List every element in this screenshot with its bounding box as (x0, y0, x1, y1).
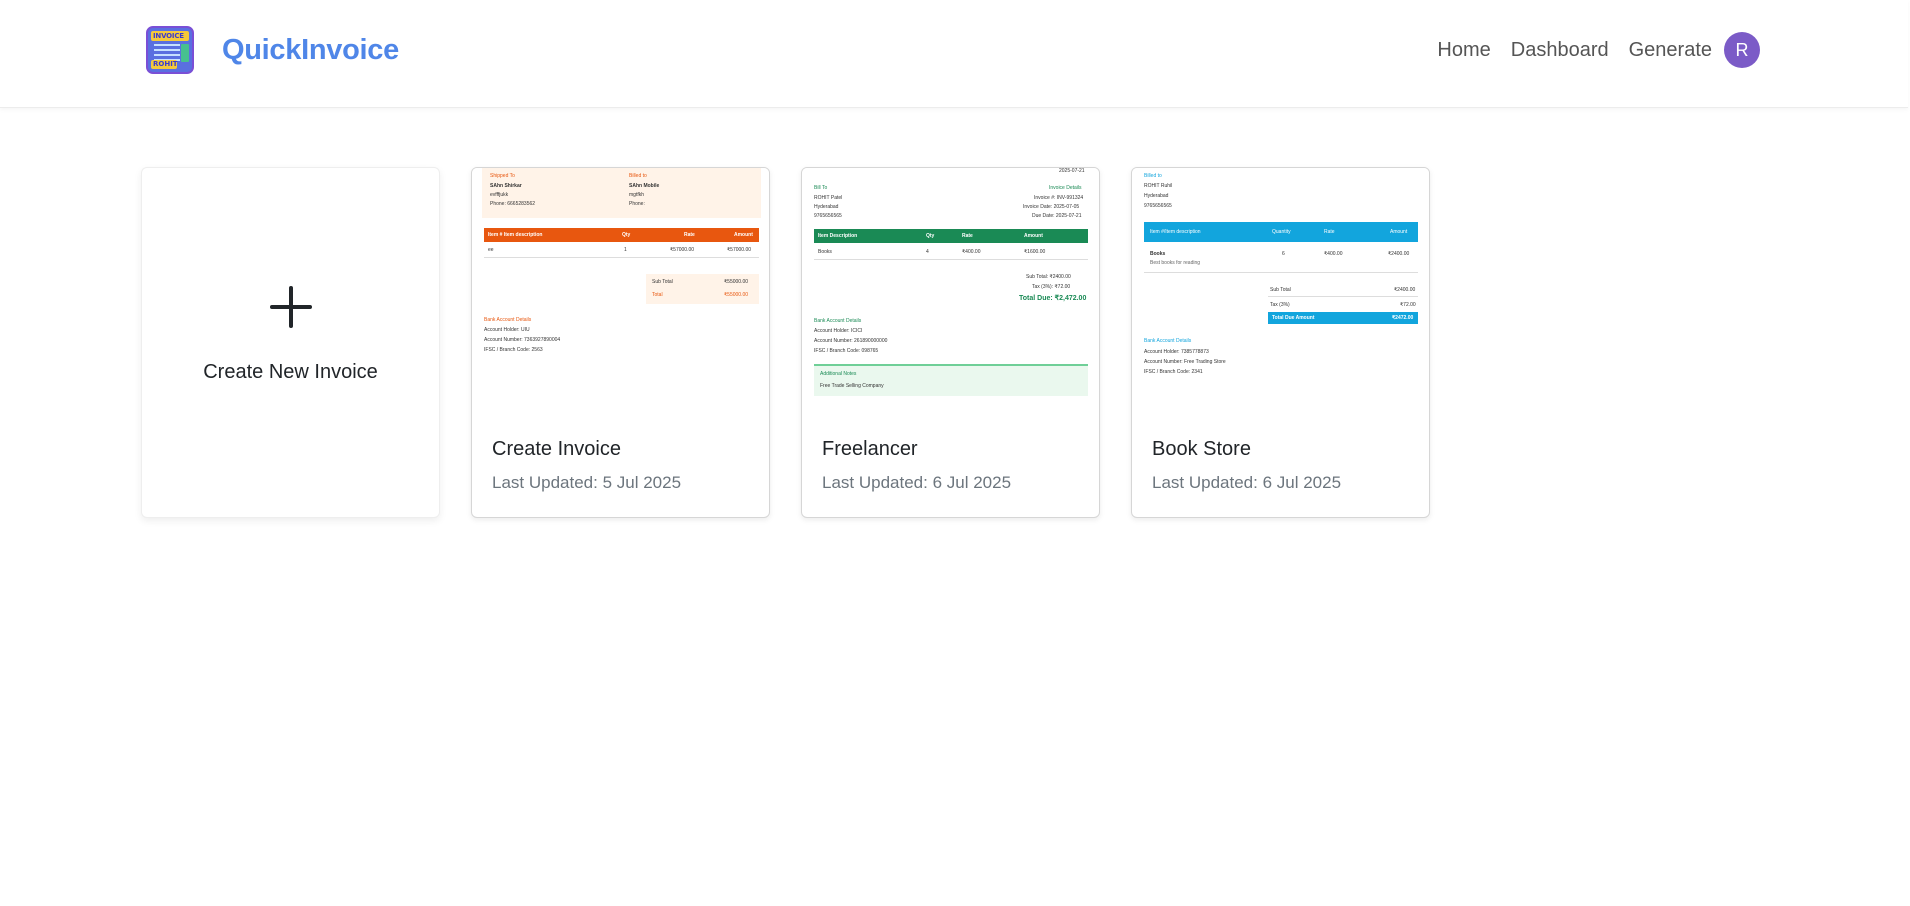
invoice-due-date: Due Date: 2025-07-21 (1032, 213, 1082, 219)
row-qty: 4 (926, 249, 929, 255)
tax-label: Tax (3%) (1270, 302, 1290, 308)
bank-ifsc: IFSC / Branch Code: 098765 (814, 348, 879, 354)
brand-link[interactable]: INVOICE ROHIT QuickInvoice (146, 26, 399, 74)
bank-ifsc: IFSC / Branch Code: 2341 (1144, 369, 1203, 375)
col-item: Item Description (818, 233, 858, 239)
billed-line: mgtfkh (629, 192, 645, 198)
col-rate: Rate (684, 232, 695, 238)
main-nav: Home Dashboard Generate R (1437, 30, 1908, 70)
bank-number: Account Number: 7363927890004 (484, 337, 561, 343)
invoice-card-create-invoice[interactable]: Shipped To SAhn Shirkar evfffjukk Phone:… (471, 167, 770, 518)
row-amount: ₹57000.00 (727, 247, 752, 253)
invoice-card-title: Freelancer (822, 438, 918, 460)
col-qty: Qty (622, 232, 631, 238)
bill-phone: 9765656565 (1144, 203, 1172, 209)
tax: Tax (3%): ₹72.00 (1032, 284, 1071, 290)
total-due: Total Due: ₹2,472.00 (1019, 295, 1087, 302)
row-item: ee (488, 247, 494, 253)
col-amount: Amount (1024, 233, 1043, 239)
bank-title: Bank Account Details (484, 317, 532, 323)
invoice-number: Invoice #: INV-991324 (1034, 195, 1084, 201)
row-rate: ₹400.00 (1324, 251, 1343, 257)
col-qty: Quantity (1272, 229, 1291, 235)
col-qty: Qty (926, 233, 935, 239)
bill-city: Hyderabad (814, 204, 839, 210)
bill-name: ROHIT Ruhil (1144, 183, 1173, 189)
invoice-date: Invoice Date: 2025-07-05 (1023, 204, 1080, 210)
row-item: Books (1150, 251, 1166, 257)
row-qty: 6 (1282, 251, 1285, 257)
brand-name: QuickInvoice (222, 33, 399, 66)
billed-name: SAhn Mobile (629, 183, 660, 189)
row-item: Books (818, 249, 832, 255)
bank-ifsc: IFSC / Branch Code: 2563 (484, 347, 543, 353)
tax-value: ₹72.00 (1400, 302, 1416, 308)
subtotal-value: ₹55000.00 (724, 279, 749, 285)
billed-to-label: Billed to (1144, 173, 1162, 179)
col-item: Item #/Item description (1150, 229, 1201, 235)
row-rate: ₹57000.00 (670, 247, 695, 253)
bill-phone: 9765656565 (814, 213, 842, 219)
notes-title: Additional Notes (820, 371, 857, 377)
nav-home[interactable]: Home (1437, 30, 1490, 70)
invoice-card-book-store[interactable]: Billed to ROHIT Ruhil Hyderabad 97656565… (1131, 167, 1430, 518)
create-new-invoice-card[interactable]: Create New Invoice (141, 167, 440, 518)
bank-holder: Account Holder: ICICI (814, 328, 863, 334)
shipped-phone: Phone: 6665283562 (490, 201, 536, 207)
subtotal-label: Sub Total (1270, 287, 1291, 293)
bill-to-label: Bill To (814, 185, 828, 191)
navbar: INVOICE ROHIT QuickInvoice Home Dashboar… (0, 0, 1908, 108)
col-amount: Amount (1390, 229, 1408, 235)
top-right-date: 2025-07-21 (1059, 168, 1085, 174)
col-amount: Amount (734, 232, 753, 238)
row-amount: ₹1600.00 (1024, 249, 1046, 255)
invoice-thumbnail: 2025-07-21 Bill To ROHIT Patel Hyderabad… (802, 168, 1099, 406)
subtotal-value: ₹2400.00 (1394, 287, 1416, 293)
billed-to-label: Billed to (629, 173, 647, 179)
row-rate: ₹400.00 (962, 249, 981, 255)
invoice-details-label: Invoice Details (1049, 185, 1082, 191)
notes-text: Free Trade Selling Company (820, 383, 884, 389)
bank-title: Bank Account Details (1144, 338, 1192, 344)
invoice-thumbnail: Shipped To SAhn Shirkar evfffjukk Phone:… (472, 168, 769, 406)
shipped-line: evfffjukk (490, 192, 509, 198)
invoice-card-title: Book Store (1152, 438, 1251, 460)
logo-bottom-text: ROHIT (153, 60, 178, 68)
create-new-invoice-label: Create New Invoice (203, 361, 378, 383)
plus-icon (270, 286, 312, 328)
row-qty: 1 (624, 247, 627, 253)
shipped-to-label: Shipped To (490, 173, 515, 179)
shipped-name: SAhn Shirkar (490, 183, 522, 189)
total-value: ₹2472.00 (1392, 315, 1414, 321)
total-label: Total (652, 292, 663, 298)
quickinvoice-logo: INVOICE ROHIT (146, 26, 194, 74)
bank-holder: Account Holder: UIU (484, 327, 530, 333)
bank-number: Account Number: 261890000000 (814, 338, 888, 344)
logo-top-text: INVOICE (153, 32, 184, 40)
bank-number: Account Number: Free Trading Store (1144, 359, 1226, 365)
col-item: Item # Item description (488, 232, 543, 238)
invoice-card-freelancer[interactable]: 2025-07-21 Bill To ROHIT Patel Hyderabad… (801, 167, 1100, 518)
bank-holder: Account Holder: 7385778873 (1144, 349, 1209, 355)
row-description: Best books for reading (1150, 260, 1201, 266)
total-value: ₹55000.00 (724, 292, 749, 298)
total-label: Total Due Amount (1272, 315, 1315, 321)
row-amount: ₹2400.00 (1388, 251, 1410, 257)
invoice-thumbnail: Billed to ROHIT Ruhil Hyderabad 97656565… (1132, 168, 1429, 406)
user-avatar[interactable]: R (1724, 32, 1760, 68)
invoice-card-date: Last Updated: 6 Jul 2025 (1152, 473, 1342, 492)
subtotal-label: Sub Total (652, 279, 673, 285)
bill-city: Hyderabad (1144, 193, 1169, 199)
bill-name: ROHIT Patel (814, 195, 843, 201)
subtotal: Sub Total: ₹2400.00 (1026, 274, 1071, 280)
bank-title: Bank Account Details (814, 318, 862, 324)
billed-phone: Phone: (629, 201, 645, 207)
invoice-card-date: Last Updated: 5 Jul 2025 (492, 473, 682, 492)
col-rate: Rate (962, 233, 973, 239)
invoice-card-title: Create Invoice (492, 438, 621, 460)
invoice-card-date: Last Updated: 6 Jul 2025 (822, 473, 1012, 492)
nav-generate[interactable]: Generate (1629, 30, 1712, 70)
col-rate: Rate (1324, 229, 1335, 235)
nav-dashboard[interactable]: Dashboard (1511, 30, 1609, 70)
